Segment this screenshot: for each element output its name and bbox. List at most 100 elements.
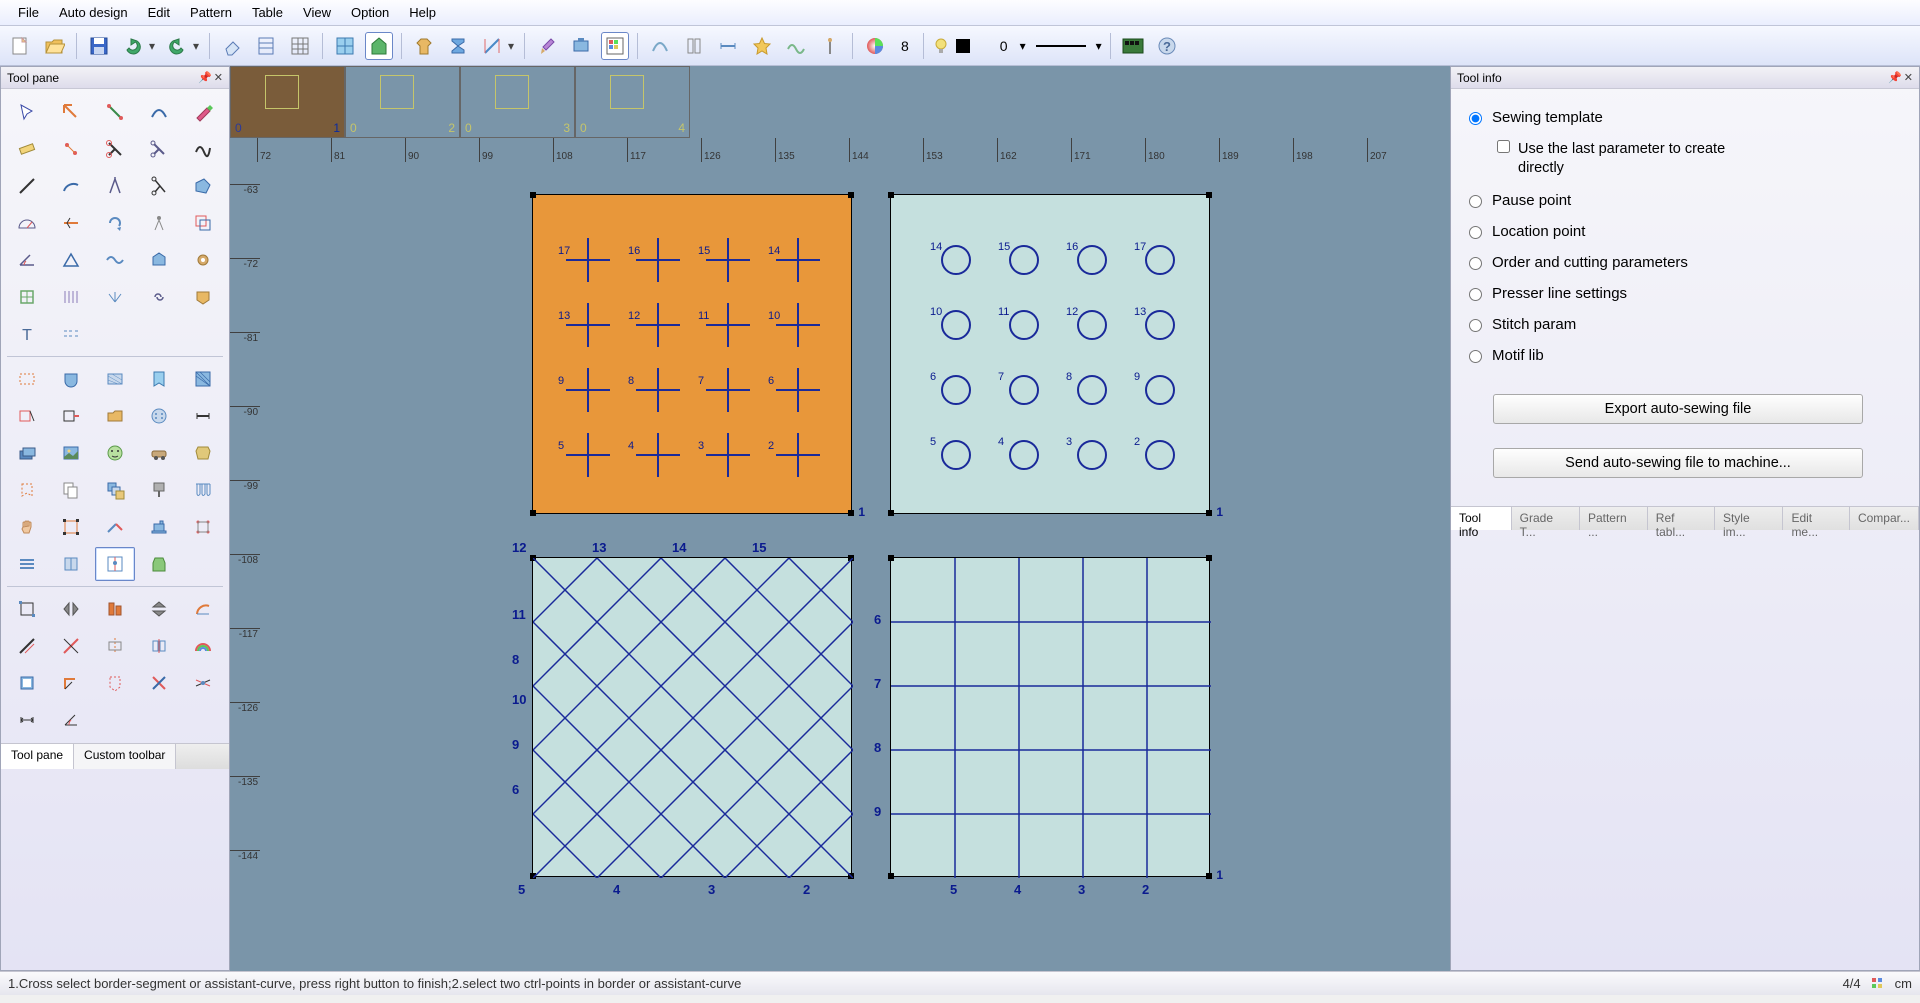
tab-ref-table[interactable]: Ref tabl... (1648, 507, 1715, 530)
shape-tool[interactable] (138, 243, 179, 277)
undo-dropdown[interactable]: ▾ (147, 32, 157, 60)
machine-icon[interactable] (567, 32, 595, 60)
dash-shape2-tool[interactable] (95, 666, 136, 700)
compass2-tool[interactable] (138, 206, 179, 240)
pattern-d[interactable]: 1 (890, 557, 1210, 877)
line-dropdown[interactable]: ▾ (1096, 39, 1102, 53)
rainbow-tool[interactable] (182, 629, 223, 663)
boundbox-tool[interactable] (7, 592, 48, 626)
color-palette-icon[interactable] (601, 32, 629, 60)
line-tool[interactable] (7, 169, 48, 203)
button-tool[interactable] (138, 399, 179, 433)
eraser-icon[interactable] (218, 32, 246, 60)
help-icon[interactable]: ? (1153, 32, 1181, 60)
segment-tool[interactable] (182, 399, 223, 433)
pattern2-tool[interactable] (182, 436, 223, 470)
cut-line-tool[interactable] (51, 206, 92, 240)
cross-tool[interactable] (138, 666, 179, 700)
layers-tool[interactable] (7, 436, 48, 470)
redo-dropdown[interactable]: ▾ (191, 32, 201, 60)
ruler-tool[interactable] (7, 132, 48, 166)
scissors2-tool[interactable] (138, 169, 179, 203)
close-icon[interactable]: ✕ (1904, 71, 1913, 84)
img-tool[interactable] (51, 436, 92, 470)
align-icon[interactable] (680, 32, 708, 60)
close-icon[interactable]: ✕ (214, 71, 223, 84)
edge-tool[interactable] (95, 95, 136, 129)
table-view-icon[interactable] (252, 32, 280, 60)
opt-pause-point[interactable] (1469, 195, 1482, 208)
hflip-tool[interactable] (51, 592, 92, 626)
star-icon[interactable] (748, 32, 776, 60)
face-tool[interactable] (95, 436, 136, 470)
brush-icon[interactable] (533, 32, 561, 60)
protractor-tool[interactable] (7, 206, 48, 240)
vest-tool[interactable] (138, 547, 179, 581)
car-tool[interactable] (138, 436, 179, 470)
panel-tool[interactable] (138, 362, 179, 396)
tab-grade[interactable]: Grade T... (1512, 507, 1580, 530)
menu-option[interactable]: Option (341, 1, 399, 24)
folder-tool[interactable] (95, 399, 136, 433)
layer-dropdown[interactable]: ▾ (1020, 39, 1026, 53)
corner2-tool[interactable] (51, 666, 92, 700)
pattern-fill-tool[interactable] (95, 362, 136, 396)
pattern-a[interactable]: 171615141312111098765432 1 (532, 194, 852, 514)
dim-angle-tool[interactable] (51, 703, 92, 737)
undo-icon[interactable] (119, 32, 147, 60)
tab-tool-info[interactable]: Tool info (1451, 507, 1512, 530)
tag-tool[interactable] (182, 169, 223, 203)
chk-use-last-param[interactable] (1497, 140, 1510, 153)
hatch-tool[interactable] (182, 362, 223, 396)
curtain-tool[interactable] (182, 473, 223, 507)
menu-pattern[interactable]: Pattern (180, 1, 242, 24)
rotate-tool[interactable] (95, 206, 136, 240)
bounds-tool[interactable] (51, 510, 92, 544)
sew-machine-tool[interactable] (138, 510, 179, 544)
sigma-icon[interactable] (444, 32, 472, 60)
arc2-tool[interactable] (182, 592, 223, 626)
line-weight[interactable] (1036, 45, 1086, 47)
opt-order-cutting[interactable] (1469, 257, 1482, 270)
pin-icon[interactable]: 📌 (1888, 71, 1902, 84)
select-tool[interactable] (7, 95, 48, 129)
opt-sewing-template[interactable] (1469, 112, 1482, 125)
pin-icon[interactable]: 📌 (198, 71, 212, 84)
color-wheel-icon[interactable] (861, 32, 889, 60)
opt-presser-line[interactable] (1469, 288, 1482, 301)
pocket2-tool[interactable] (51, 362, 92, 396)
wave-tool[interactable] (95, 243, 136, 277)
trim-tool[interactable] (7, 399, 48, 433)
dash-shape-tool[interactable] (7, 473, 48, 507)
menu-view[interactable]: View (293, 1, 341, 24)
tab-compar[interactable]: Compar... (1850, 507, 1919, 530)
curve-tool-icon[interactable] (646, 32, 674, 60)
frame-tool[interactable] (7, 666, 48, 700)
gear-tool[interactable] (182, 243, 223, 277)
pattern-icon[interactable] (365, 32, 393, 60)
stitch-tool[interactable] (51, 317, 92, 351)
cascade-tool[interactable] (95, 473, 136, 507)
pattern-b[interactable]: 141516171011121367895432 1 (890, 194, 1210, 514)
text-tool[interactable]: T (7, 317, 48, 351)
cut-tool[interactable] (95, 132, 136, 166)
dash-rect-tool[interactable] (7, 362, 48, 396)
scissors-tool[interactable] (138, 132, 179, 166)
redo-icon[interactable] (163, 32, 191, 60)
drill-tool[interactable] (138, 473, 179, 507)
freehand-tool[interactable] (182, 132, 223, 166)
angle-tool[interactable] (7, 243, 48, 277)
tab-tool-pane[interactable]: Tool pane (1, 744, 74, 769)
auto-sew-tool[interactable] (95, 547, 136, 581)
pen-tool[interactable] (182, 95, 223, 129)
measure-dropdown[interactable]: ▾ (506, 32, 516, 60)
link-tool[interactable] (138, 280, 179, 314)
opt-location-point[interactable] (1469, 226, 1482, 239)
tab-pattern[interactable]: Pattern ... (1580, 507, 1648, 530)
menu-auto-design[interactable]: Auto design (49, 1, 138, 24)
send-auto-sewing-button[interactable]: Send auto-sewing file to machine... (1493, 448, 1863, 478)
lines-tool[interactable] (7, 547, 48, 581)
arc-tool[interactable] (51, 169, 92, 203)
color-swatch[interactable] (956, 39, 970, 53)
workspace[interactable]: 171615141312111098765432 1 1415161710111… (260, 162, 1450, 971)
